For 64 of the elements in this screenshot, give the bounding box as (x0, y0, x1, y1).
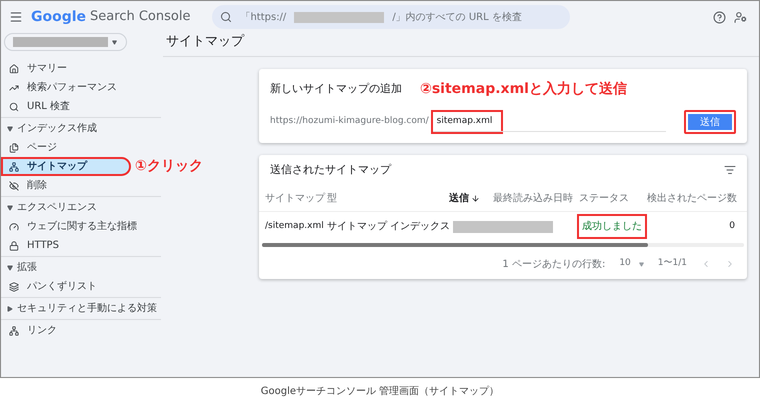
sidebar-item[interactable]: サイトマップ (1, 157, 131, 176)
caret-icon (7, 306, 13, 312)
page-title: サイトマップ (166, 32, 244, 51)
column-header[interactable]: 検出されたページ数 (647, 190, 741, 206)
search-placeholder: /」内のすべての URL を検査 (392, 10, 522, 24)
table-cell-text: サイトマップ インデックス (327, 220, 449, 234)
table-cell-text: /sitemap.xml (265, 220, 325, 233)
sidebar-item[interactable]: ウェブに関する主な指標 (1, 217, 161, 236)
network-icon (9, 326, 19, 336)
rows-per-page-select[interactable]: 10 (619, 257, 644, 271)
sidebar-item[interactable]: URL 検査 (1, 97, 161, 116)
dropdown-caret-icon (112, 40, 117, 44)
section-header[interactable]: セキュリティと手動による対策 (1, 299, 161, 318)
sidebar-item[interactable]: 削除 (1, 176, 161, 195)
card-title: 送信されたサイトマップ (270, 162, 391, 178)
filter-icon[interactable] (724, 164, 736, 176)
layers-icon (9, 282, 19, 292)
rows-per-page-label: 1 ページあたりの行数: (502, 258, 606, 272)
column-header[interactable]: 送信 (449, 190, 493, 206)
account-settings-icon[interactable] (734, 10, 747, 24)
table-cell-text: 0 (729, 220, 736, 233)
search-icon (9, 102, 19, 112)
horizontal-scrollbar[interactable] (262, 241, 744, 249)
home-icon (9, 64, 19, 74)
column-header[interactable]: 型 (327, 190, 449, 206)
menu-icon[interactable] (9, 10, 23, 24)
card-title: 新しいサイトマップの追加 (270, 81, 402, 98)
sidebar-item[interactable]: ページ (1, 138, 161, 157)
column-header[interactable]: ステータス (579, 190, 647, 206)
search-field[interactable]: 「https:// /」内のすべての URL を検査 (212, 5, 570, 29)
pages-icon (9, 142, 19, 152)
submit-button[interactable]: 送信 (684, 110, 736, 134)
sitemap-tree-icon (9, 162, 19, 172)
sidebar-item[interactable]: HTTPS (1, 236, 161, 255)
sitemap-input[interactable]: sitemap.xml (432, 112, 501, 132)
gauge-icon (9, 222, 19, 232)
status-cell: 成功しました (579, 216, 645, 237)
column-header[interactable]: 最終読み込み日時 (493, 190, 579, 206)
caret-icon (7, 126, 13, 132)
eye-off-icon (9, 180, 19, 190)
lock-icon (9, 240, 19, 250)
url-prefix: https://hozumi-kimagure-blog.com/ (270, 115, 429, 128)
product-name: Search Console (90, 8, 190, 26)
annotation-label: ②sitemap.xmlと入力して送信 (420, 80, 627, 99)
dropdown-caret-icon (638, 262, 644, 266)
caret-icon (7, 264, 13, 270)
section-header[interactable]: 拡張 (1, 258, 161, 277)
search-url-prefix: 「https:// (240, 10, 286, 24)
section-header[interactable]: エクスペリエンス (1, 198, 161, 217)
help-icon[interactable] (713, 10, 726, 24)
sort-arrow-icon (471, 194, 480, 202)
sidebar-item[interactable]: パンくずリスト (1, 277, 161, 296)
caret-icon (7, 204, 13, 210)
sidebar-item[interactable]: サマリー (1, 59, 161, 78)
logo: Google (31, 8, 86, 26)
trend-line-icon (9, 82, 19, 92)
column-header[interactable]: サイトマップ (265, 190, 327, 206)
section-header[interactable]: インデックス作成 (1, 119, 161, 138)
page-range: 1〜1/1 (658, 257, 687, 270)
search-icon (220, 11, 232, 23)
annotation-label: ①クリック (135, 158, 203, 175)
sidebar-item[interactable]: 検索パフォーマンス (1, 78, 161, 97)
sidebar-item[interactable]: リンク (1, 321, 161, 340)
image-caption: Googleサーチコンソール 管理画面（サイトマップ） (260, 384, 500, 398)
